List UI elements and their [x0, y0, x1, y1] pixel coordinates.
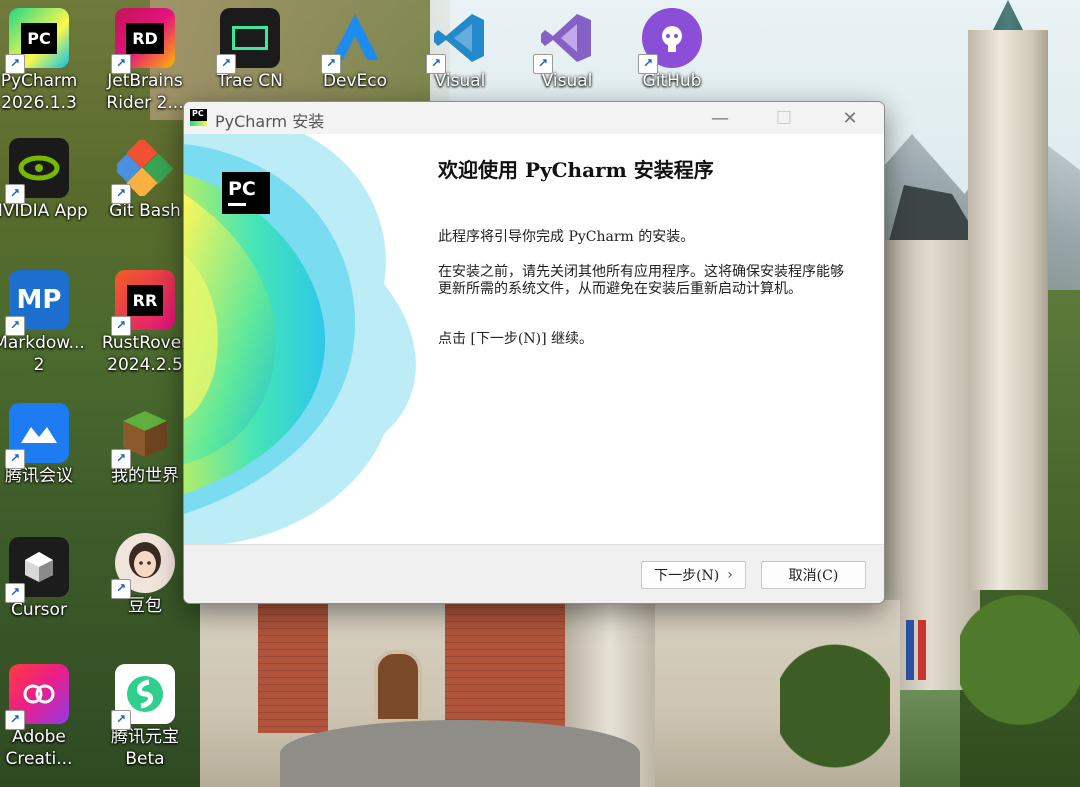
nvidia-icon: ↗	[5, 138, 69, 204]
desktop-icon-rider[interactable]: RD ↗ JetBrains Rider 2...	[95, 8, 195, 114]
next-button[interactable]: 下一步(N) ›	[641, 561, 746, 589]
desktop-icon-rustrover[interactable]: RR ↗ RustRover 2024.2.5	[95, 270, 195, 376]
desktop-icon-doubao[interactable]: ↗ 豆包	[95, 533, 195, 617]
desktop-icon-cursor[interactable]: ↗ Cursor	[0, 537, 89, 621]
wallpaper-tree	[780, 610, 890, 770]
tencent-meeting-icon: ↗	[5, 403, 69, 469]
pycharm-app-icon: PC	[190, 109, 207, 126]
wallpaper-castle-tower	[968, 30, 1048, 590]
cursor-icon: ↗	[5, 537, 69, 603]
title-bar[interactable]: PC PyCharm 安装 — ☐ ✕	[184, 102, 884, 134]
maximize-button[interactable]: ☐	[761, 102, 807, 134]
desktop-icon-visual-studio[interactable]: ↗ Visual	[517, 8, 617, 92]
desktop-icon-minecraft[interactable]: ↗ 我的世界	[95, 403, 195, 487]
close-apps-paragraph: 在安装之前，请先关闭其他所有应用程序。这将确保安装程序能够更新所需的系统文件，从…	[438, 264, 844, 297]
maximize-icon: ☐	[775, 107, 793, 129]
yuanbao-icon: ↗	[111, 664, 175, 730]
desktop-icon-tencent-meeting[interactable]: ↗ 腾讯会议	[0, 403, 89, 487]
minimize-icon: —	[711, 107, 729, 129]
close-icon: ✕	[842, 107, 858, 129]
banner-graphic	[184, 134, 416, 544]
git-bash-icon: ↗	[111, 138, 175, 204]
button-bar: 下一步(N) › 取消(C)	[184, 544, 884, 603]
pycharm-logo: PC	[222, 172, 270, 214]
minimize-button[interactable]: —	[697, 102, 743, 134]
rider-icon: RD ↗	[111, 8, 175, 74]
desktop-icon-deveco[interactable]: ↗ DevEco	[305, 8, 405, 92]
intro-paragraph: 此程序将引导你完成 PyCharm 的安装。	[438, 229, 695, 245]
cancel-button[interactable]: 取消(C)	[761, 561, 866, 589]
desktop-icon-trae[interactable]: ↗ Trae CN	[200, 8, 300, 92]
trae-icon: ↗	[216, 8, 280, 74]
continue-paragraph: 点击 [下一步(N)] 继续。	[438, 331, 593, 347]
minecraft-icon: ↗	[111, 403, 175, 469]
desktop-icon-vscode[interactable]: ↗ Visual	[410, 8, 510, 92]
installer-content: PC 欢迎使用 PyCharm 安装程序 此程序将引导你完成 PyCharm 的…	[184, 134, 884, 544]
wallpaper-castle-gate	[374, 650, 422, 723]
deveco-icon: ↗	[321, 8, 385, 74]
desktop-icon-github[interactable]: ↗ GitHub	[622, 8, 722, 92]
adobe-cc-icon: ↗	[5, 664, 69, 730]
next-button-label: 下一步(N)	[654, 568, 720, 584]
wallpaper-flag	[918, 620, 926, 680]
wallpaper-flag	[906, 620, 914, 680]
chevron-right-icon: ›	[727, 567, 733, 583]
wallpaper-road	[280, 720, 640, 787]
vscode-icon: ↗	[426, 8, 490, 74]
wallpaper-brick-wall	[258, 603, 328, 733]
close-button[interactable]: ✕	[827, 102, 873, 134]
rustrover-icon: RR ↗	[111, 270, 175, 336]
wallpaper-brick-wall	[445, 603, 565, 733]
wallpaper-tree	[960, 560, 1080, 760]
installer-banner: PC	[184, 134, 424, 544]
welcome-heading: 欢迎使用 PyCharm 安装程序	[438, 158, 714, 182]
markdown-icon: MP ↗	[5, 270, 69, 336]
desktop-icon-pycharm[interactable]: PC ↗ PyCharm 2026.1.3	[0, 8, 89, 114]
doubao-icon: ↗	[111, 533, 175, 599]
cancel-button-label: 取消(C)	[788, 568, 839, 584]
desktop-icon-yuanbao[interactable]: ↗ 腾讯元宝 Beta	[95, 664, 195, 770]
visual-studio-icon: ↗	[533, 8, 597, 74]
desktop-icon-adobe-cc[interactable]: ↗ Adobe Creati...	[0, 664, 89, 770]
desktop-icon-git-bash[interactable]: ↗ Git Bash	[95, 138, 195, 222]
pycharm-icon: PC ↗	[5, 8, 69, 74]
desktop-icon-nvidia[interactable]: ↗ NVIDIA App	[0, 138, 89, 222]
github-icon: ↗	[638, 8, 702, 74]
desktop-icon-markdown[interactable]: MP ↗ Markdow... 2	[0, 270, 89, 376]
installer-window[interactable]: PC PyCharm 安装 — ☐ ✕ PC 欢迎使用 PyCharm 安装程序…	[183, 101, 885, 604]
window-title: PyCharm 安装	[215, 112, 325, 131]
